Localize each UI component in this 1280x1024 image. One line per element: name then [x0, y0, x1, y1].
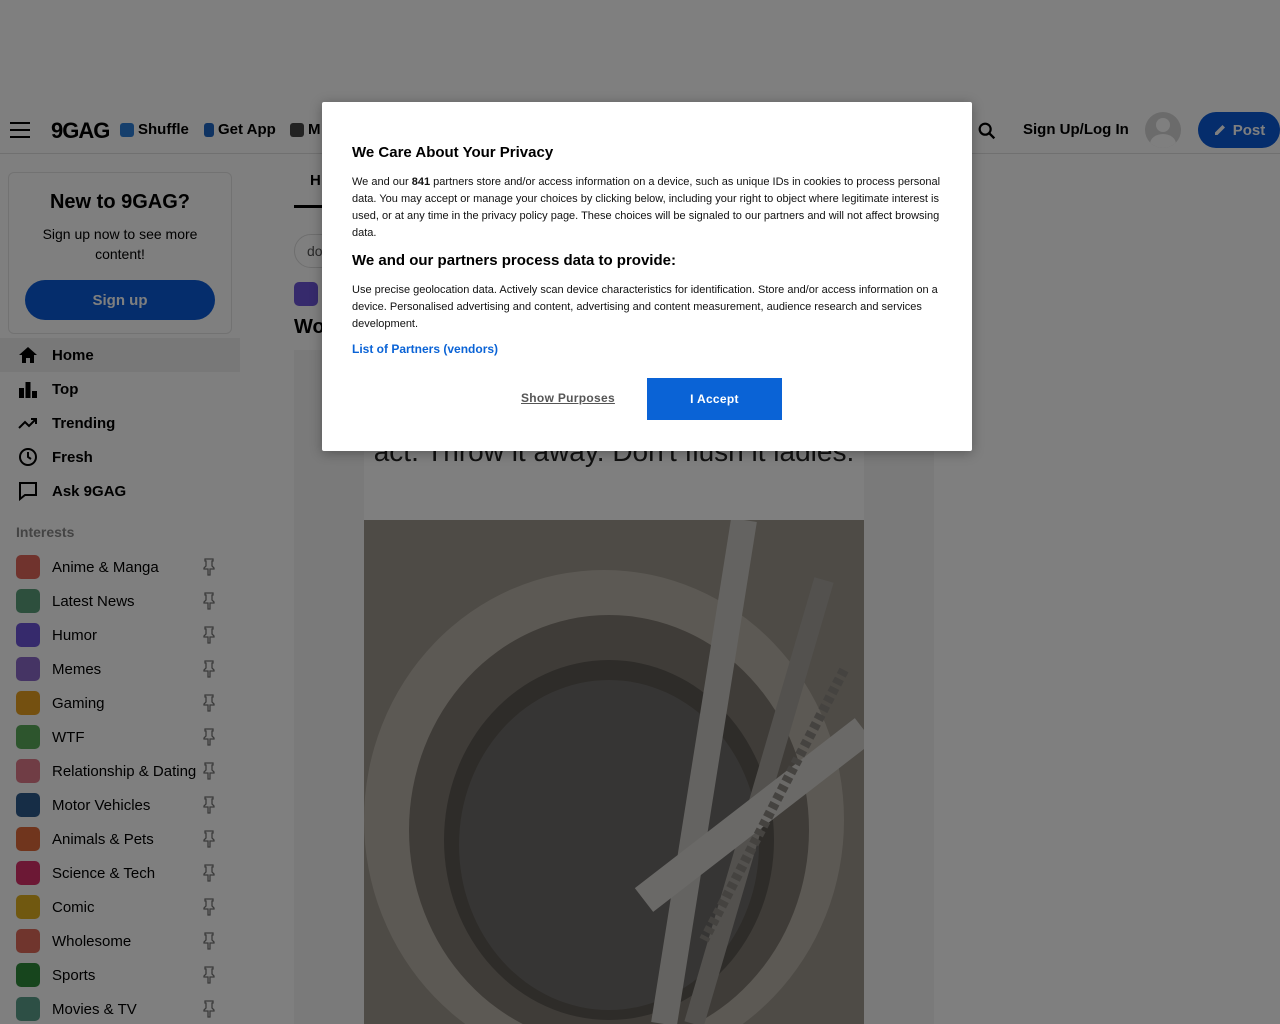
consent-title: We Care About Your Privacy [352, 144, 554, 161]
consent-actions: Show Purposes I Accept [322, 378, 972, 420]
privacy-consent-dialog: We Care About Your Privacy We and our 84… [322, 102, 972, 451]
consent-overlay[interactable]: We Care About Your Privacy We and our 84… [0, 0, 1280, 1024]
show-purposes-button[interactable]: Show Purposes [521, 391, 615, 405]
partner-count: 841 [411, 176, 431, 188]
consent-purposes: Use precise geolocation data. Actively s… [352, 284, 938, 330]
accept-button[interactable]: I Accept [647, 378, 782, 420]
consent-subtitle: We and our partners process data to prov… [352, 252, 676, 269]
consent-intro: We and our 841 partners store and/or acc… [352, 176, 941, 239]
vendors-list-link[interactable]: List of Partners (vendors) [352, 342, 942, 356]
